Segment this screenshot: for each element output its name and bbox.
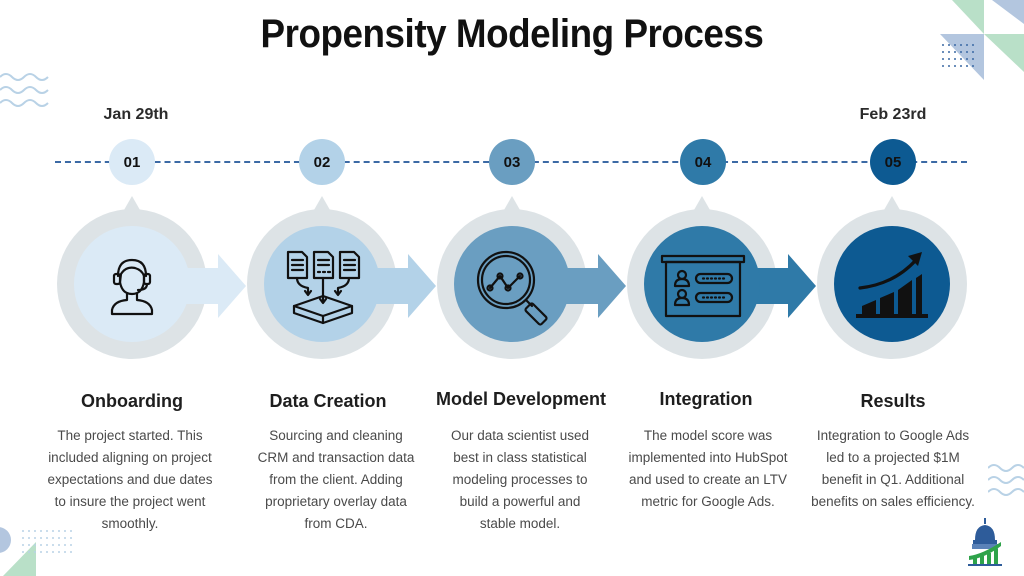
step-heading: Data Creation xyxy=(269,391,387,411)
step-heading: Onboarding xyxy=(81,391,183,411)
start-date-label: Jan 29th xyxy=(103,106,169,123)
presentation-board-users-icon xyxy=(660,254,746,318)
documents-into-database-icon xyxy=(286,250,361,325)
step-description: Integration to Google Ads led to a proje… xyxy=(811,428,975,509)
step-number-badge: 05 xyxy=(870,139,916,185)
customer-support-headset-icon xyxy=(110,258,154,316)
step-description: Our data scientist used best in class st… xyxy=(450,428,590,531)
process-step-integration xyxy=(627,196,828,366)
step-description: The model score was implemented into Hub… xyxy=(628,428,788,509)
wave-lines-decoration-right xyxy=(988,464,1024,496)
step-heading: Model Development xyxy=(435,389,607,409)
step-number: 02 xyxy=(313,153,331,171)
process-step-results xyxy=(817,196,1018,366)
step-number: 05 xyxy=(884,153,902,171)
step-description: The project started. This included align… xyxy=(47,428,213,531)
magnifier-chart-analysis-icon xyxy=(476,250,548,326)
step-number-badge: 03 xyxy=(489,139,535,185)
capitol-logo-icon xyxy=(968,518,1002,566)
step-number-badge: 04 xyxy=(680,139,726,185)
step-number: 03 xyxy=(503,153,521,171)
page-title: Propensity Modeling Process xyxy=(260,12,764,56)
step-number-badge: 02 xyxy=(299,139,345,185)
process-step-onboarding xyxy=(57,196,258,366)
process-step-model-development xyxy=(437,196,638,366)
growth-bar-chart-icon xyxy=(856,252,928,318)
step-heading: Results xyxy=(860,391,926,411)
end-date-label: Feb 23rd xyxy=(859,106,927,123)
wave-lines-decoration-left xyxy=(0,73,49,107)
process-step-data-creation xyxy=(247,196,448,366)
step-number: 01 xyxy=(123,153,141,171)
step-number: 04 xyxy=(694,153,712,171)
step-heading: Integration xyxy=(659,389,753,409)
step-number-badge: 01 xyxy=(109,139,155,185)
step-description: Sourcing and cleaning CRM and transactio… xyxy=(257,428,415,531)
